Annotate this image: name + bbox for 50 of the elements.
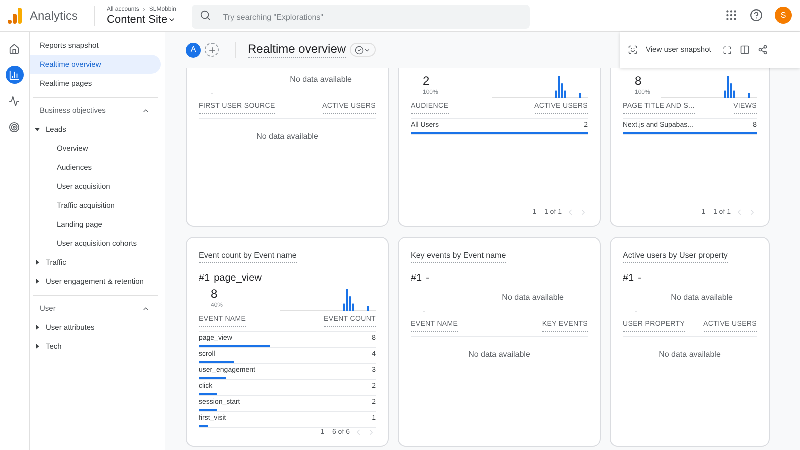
card-title: Event count by Event name xyxy=(199,250,297,263)
plus-icon xyxy=(208,46,216,54)
rank-label: #1 xyxy=(411,272,422,286)
caret-down-icon[interactable] xyxy=(35,127,40,132)
no-data-text: No data available xyxy=(671,292,733,304)
caret-right-icon[interactable] xyxy=(35,325,40,330)
card-title: Key events by Event name xyxy=(411,250,506,263)
caret-icon xyxy=(364,46,372,54)
rank-label: #1 xyxy=(623,272,634,286)
collapse-icon[interactable] xyxy=(142,305,150,313)
caret-right-icon[interactable] xyxy=(35,344,40,349)
no-data-text: No data available xyxy=(290,74,352,86)
no-data-text: No data available xyxy=(256,130,320,142)
help-icon[interactable] xyxy=(750,9,763,22)
caret-right-icon[interactable] xyxy=(35,260,40,265)
metric-value: 2 xyxy=(423,75,431,87)
metric-value: 8 xyxy=(635,75,643,87)
user-snapshot-icon xyxy=(628,45,638,55)
comparison-chip[interactable]: A xyxy=(186,42,201,58)
card-title: Active users by User property xyxy=(623,250,728,263)
collapse-icon[interactable] xyxy=(142,107,150,115)
top-item-label: - xyxy=(426,272,430,286)
property-selector[interactable]: Content Site xyxy=(107,14,176,26)
no-data-text: No data available xyxy=(658,348,722,360)
metric-value: 8 xyxy=(211,288,219,300)
no-data-text: No data available xyxy=(502,292,564,304)
search-icon xyxy=(200,10,212,20)
top-item-label: page_view xyxy=(214,272,262,286)
check-circle-icon xyxy=(355,46,364,54)
reports-icon xyxy=(9,70,20,80)
explore-icon xyxy=(9,96,20,106)
product-name: Analytics xyxy=(30,8,78,24)
caret-right-icon[interactable] xyxy=(35,279,40,284)
rank-label: #1 xyxy=(199,272,210,286)
home-icon xyxy=(9,44,20,54)
apps-grid-icon[interactable] xyxy=(725,9,738,22)
page-title: Realtime overview xyxy=(248,42,346,58)
nav-rail-button[interactable] xyxy=(6,66,24,84)
advertising-icon xyxy=(9,122,20,132)
chevron-icon xyxy=(141,7,148,13)
caret-icon xyxy=(168,16,176,24)
analytics-logo-icon xyxy=(8,8,22,24)
share-icon[interactable] xyxy=(758,45,768,55)
no-data-text: No data available xyxy=(468,348,532,360)
compare-icon[interactable] xyxy=(740,45,750,55)
add-comparison-button[interactable] xyxy=(205,43,219,57)
status-dropdown[interactable] xyxy=(350,43,376,57)
top-item-label: - xyxy=(638,272,642,286)
fullscreen-icon[interactable] xyxy=(723,46,732,54)
search-field[interactable]: Try searching "Explorations" xyxy=(192,5,530,29)
